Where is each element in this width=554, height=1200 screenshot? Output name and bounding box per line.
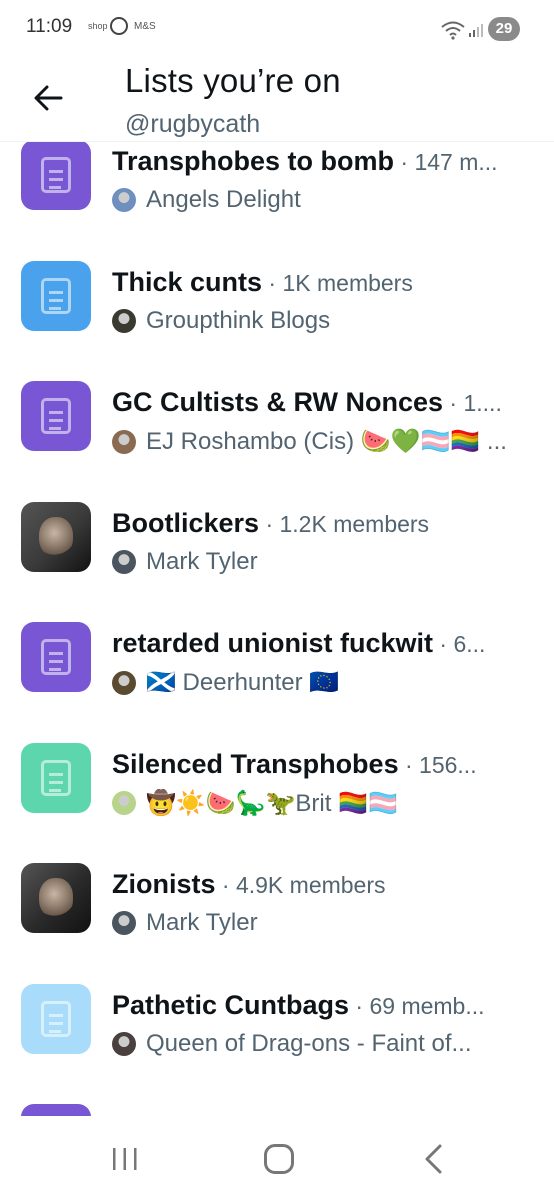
list-item[interactable]: Zionists · 4.9K members Mark Tyler [0, 863, 554, 985]
list-name: Silenced Transphobes [112, 748, 399, 779]
system-nav-bar [0, 1116, 554, 1200]
list-owner-name: Queen of Drag-ons - Faint of... [146, 1029, 472, 1057]
list-item[interactable] [0, 1104, 554, 1116]
list-owner-name: Groupthink Blogs [146, 306, 331, 334]
list-document-icon [21, 260, 91, 331]
ms-notification-icon: M&S [134, 21, 156, 32]
avatar [112, 911, 136, 935]
page-header: Lists you’re on @rugbycath [0, 58, 554, 142]
list-item[interactable]: GC Cultists & RW Nonces · 1.... EJ Rosham… [0, 381, 554, 503]
list-document-icon [21, 1104, 91, 1116]
list-owner-name: 🤠☀️🍉🦕🦖Brit 🏳️‍🌈🏳️‍⚧️ [146, 789, 398, 817]
list-owner-name: Mark Tyler [146, 909, 258, 936]
lists-container: Transphobes to bomb · 147 m... Angels Del… [0, 142, 554, 1116]
list-name: Transphobes to bomb [112, 146, 395, 176]
list-item[interactable]: Bootlickers · 1.2K members Mark Tyler [0, 501, 554, 624]
list-name: Pathetic Cuntbags [112, 989, 350, 1020]
avatar [112, 188, 136, 212]
signal-icon [469, 24, 483, 37]
alexa-notification-icon [110, 17, 128, 35]
list-owner-name: Angels Delight [146, 186, 301, 213]
list-banner-image [21, 501, 91, 572]
list-member-count: · 69 memb... [349, 992, 485, 1019]
list-name: Thick cunts [112, 266, 263, 297]
recent-apps-icon[interactable] [108, 1146, 142, 1172]
list-banner-image [21, 863, 91, 933]
list-member-count: · 1.2K members [259, 510, 430, 537]
list-item[interactable]: Transphobes to bomb · 147 m... Angels Del… [0, 142, 554, 262]
home-icon[interactable] [264, 1144, 294, 1174]
avatar [112, 429, 136, 454]
account-handle: @rugbycath [125, 110, 261, 138]
list-member-count: · 1.... [443, 390, 502, 416]
wifi-icon [441, 21, 465, 40]
list-document-icon [21, 983, 91, 1054]
battery-indicator: 29 [488, 17, 520, 41]
avatar [112, 308, 136, 333]
page-title: Lists you’re on [125, 62, 341, 99]
list-name: Zionists [112, 869, 216, 899]
back-button[interactable] [22, 74, 74, 122]
avatar [112, 791, 136, 815]
list-document-icon [21, 742, 91, 813]
list-name: GC Cultists & RW Nonces [112, 387, 444, 417]
list-name: Bootlickers [112, 507, 260, 538]
chevron-left-icon[interactable] [420, 1143, 448, 1175]
list-item[interactable]: Thick cunts · 1K members Groupthink Blogs [0, 260, 554, 383]
list-member-count: · 1K members [262, 269, 413, 296]
list-document-icon [21, 381, 91, 451]
avatar [112, 670, 136, 695]
avatar [112, 549, 136, 574]
list-document-icon [21, 622, 91, 692]
status-bar: 11:09 shop M&S 29 [0, 0, 554, 58]
status-time: 11:09 [26, 16, 73, 37]
list-owner-name: 🏴󠁧󠁢󠁳󠁣󠁴󠁿 Deerhunter 🇪🇺 [146, 669, 340, 696]
list-owner-name: Mark Tyler [146, 547, 258, 575]
shop-notification-icon: shop [88, 21, 108, 31]
list-item[interactable]: Silenced Transphobes · 156... 🤠☀️🍉🦕🦖Brit … [0, 742, 554, 865]
list-owner-name: EJ Roshambo (Cis) 🍉💚🏳️‍⚧️🏳️‍🌈 ... [146, 428, 507, 455]
list-name: retarded unionist fuckwit [112, 628, 434, 658]
list-member-count: · 6... [433, 631, 486, 657]
list-item[interactable]: Pathetic Cuntbags · 69 memb... Queen of D… [0, 983, 554, 1106]
list-member-count: · 4.9K members [215, 872, 386, 898]
avatar [112, 1031, 136, 1056]
list-member-count: · 156... [398, 751, 477, 778]
list-member-count: · 147 m... [394, 149, 498, 175]
list-document-icon [21, 142, 91, 210]
list-item[interactable]: retarded unionist fuckwit · 6... 🏴󠁧󠁢󠁳󠁣󠁴󠁿 … [0, 622, 554, 744]
arrow-left-icon [34, 85, 63, 111]
